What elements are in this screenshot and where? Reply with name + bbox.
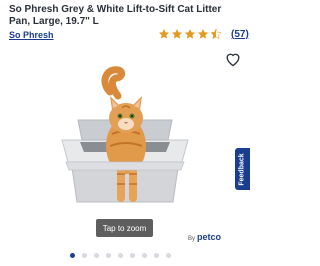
by-petco-label: By petco bbox=[188, 232, 221, 242]
review-count-link[interactable]: (57) bbox=[231, 29, 249, 40]
brand-link[interactable]: So Phresh bbox=[9, 30, 54, 40]
gallery-dot[interactable] bbox=[106, 253, 111, 258]
star-half-icon bbox=[210, 28, 222, 40]
star-rating bbox=[158, 28, 223, 40]
gallery-dot[interactable] bbox=[154, 253, 159, 258]
gallery-dot[interactable] bbox=[142, 253, 147, 258]
gallery-dot[interactable] bbox=[166, 253, 171, 258]
tap-to-zoom-badge[interactable]: Tap to zoom bbox=[96, 219, 153, 237]
gallery-pagination bbox=[70, 253, 178, 258]
by-text: By bbox=[188, 236, 196, 242]
petco-logo: petco bbox=[197, 232, 222, 242]
feedback-tab[interactable]: Feedback bbox=[235, 148, 250, 190]
star-icon bbox=[159, 29, 169, 39]
rating[interactable]: (57) bbox=[158, 28, 249, 40]
gallery-dot[interactable] bbox=[130, 253, 135, 258]
gallery-dot[interactable] bbox=[94, 253, 99, 258]
product-image[interactable] bbox=[40, 62, 210, 232]
star-icon bbox=[198, 29, 208, 39]
star-icon bbox=[172, 29, 182, 39]
gallery-dot[interactable] bbox=[118, 253, 123, 258]
product-title: So Phresh Grey & White Lift-to-Sift Cat … bbox=[9, 4, 222, 27]
gallery-dot[interactable] bbox=[82, 253, 87, 258]
gallery-dot[interactable] bbox=[70, 253, 75, 258]
heart-icon[interactable] bbox=[224, 51, 242, 67]
star-icon bbox=[185, 29, 195, 39]
feedback-label: Feedback bbox=[239, 152, 247, 186]
